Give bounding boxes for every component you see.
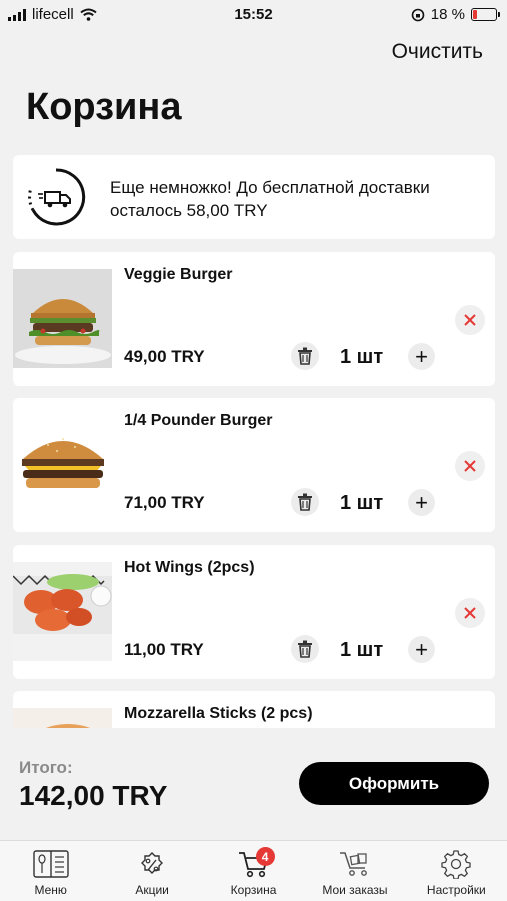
free-delivery-banner: Еще немножко! До бесплатной доставки ост…	[13, 155, 495, 239]
cart-item: Hot Wings (2pcs) 11,00 TRY 1 шт +	[13, 545, 495, 679]
total-label: Итого:	[19, 758, 73, 777]
tab-cart[interactable]: 4 Корзина	[203, 841, 304, 901]
tab-label: Корзина	[230, 883, 277, 897]
remove-item-button[interactable]	[455, 598, 485, 628]
product-image-veggie-burger	[13, 269, 112, 368]
status-right: 18 %	[411, 6, 500, 23]
tab-label: Настройки	[426, 883, 486, 897]
remove-item-button[interactable]	[455, 451, 485, 481]
trash-icon[interactable]	[291, 342, 319, 370]
battery-level	[473, 10, 477, 19]
tab-label: Мои заказы	[322, 883, 388, 897]
product-name: Hot Wings (2pcs)	[124, 559, 255, 576]
battery-percent: 18 %	[430, 6, 465, 23]
clear-cart-button[interactable]: Очистить	[392, 40, 483, 64]
gear-icon	[441, 850, 471, 879]
orientation-lock-icon	[411, 8, 425, 21]
tab-label: Акции	[135, 883, 169, 897]
product-price: 71,00 TRY	[124, 493, 205, 512]
tab-settings[interactable]: Настройки	[406, 841, 507, 901]
increase-quantity-button[interactable]: +	[408, 489, 435, 516]
tab-bar: Меню Акции 4 Корзина Мои заказы Настройк…	[0, 840, 507, 901]
product-image-hot-wings	[13, 562, 112, 661]
tab-my-orders[interactable]: Мои заказы	[304, 841, 405, 901]
cart-item: 1/4 Pounder Burger 71,00 TRY 1 шт +	[13, 398, 495, 532]
product-name: Mozzarella Sticks (2 pcs)	[124, 705, 313, 722]
checkout-panel: Итого: 142,00 TRY Оформить	[0, 728, 507, 840]
quantity-value: 1 шт	[340, 639, 384, 661]
menu-book-icon	[33, 850, 69, 878]
close-icon	[464, 607, 476, 619]
tab-promotions[interactable]: Акции	[101, 841, 202, 901]
cart-badge: 4	[255, 847, 275, 866]
checkout-button[interactable]: Оформить	[299, 762, 489, 805]
remove-item-button[interactable]	[455, 305, 485, 335]
plus-icon: +	[415, 489, 428, 515]
status-bar: lifecell 15:52 18 %	[0, 0, 507, 30]
orders-cart-icon	[339, 852, 367, 876]
close-icon	[464, 314, 476, 326]
total-value: 142,00 TRY	[19, 780, 168, 811]
battery-icon	[471, 8, 500, 21]
product-price: 11,00 TRY	[124, 640, 204, 659]
increase-quantity-button[interactable]: +	[408, 636, 435, 663]
plus-icon: +	[415, 343, 428, 369]
quantity-value: 1 шт	[340, 346, 384, 368]
tab-menu[interactable]: Меню	[0, 841, 101, 901]
trash-icon[interactable]	[291, 635, 319, 663]
trash-icon[interactable]	[291, 488, 319, 516]
quantity-value: 1 шт	[340, 492, 384, 514]
close-icon	[464, 460, 476, 472]
product-name: Veggie Burger	[124, 266, 233, 283]
discount-icon	[141, 852, 164, 874]
tab-label: Меню	[34, 883, 67, 897]
product-name: 1/4 Pounder Burger	[124, 412, 273, 429]
free-delivery-text: Еще немножко! До бесплатной доставки ост…	[110, 178, 430, 220]
delivery-truck-progress-icon	[28, 168, 86, 226]
product-price: 49,00 TRY	[124, 347, 205, 366]
page-title: Корзина	[26, 86, 182, 128]
cart-item: Veggie Burger 49,00 TRY 1 шт +	[13, 252, 495, 386]
plus-icon: +	[415, 636, 428, 662]
product-image-pounder-burger	[13, 415, 112, 514]
increase-quantity-button[interactable]: +	[408, 343, 435, 370]
